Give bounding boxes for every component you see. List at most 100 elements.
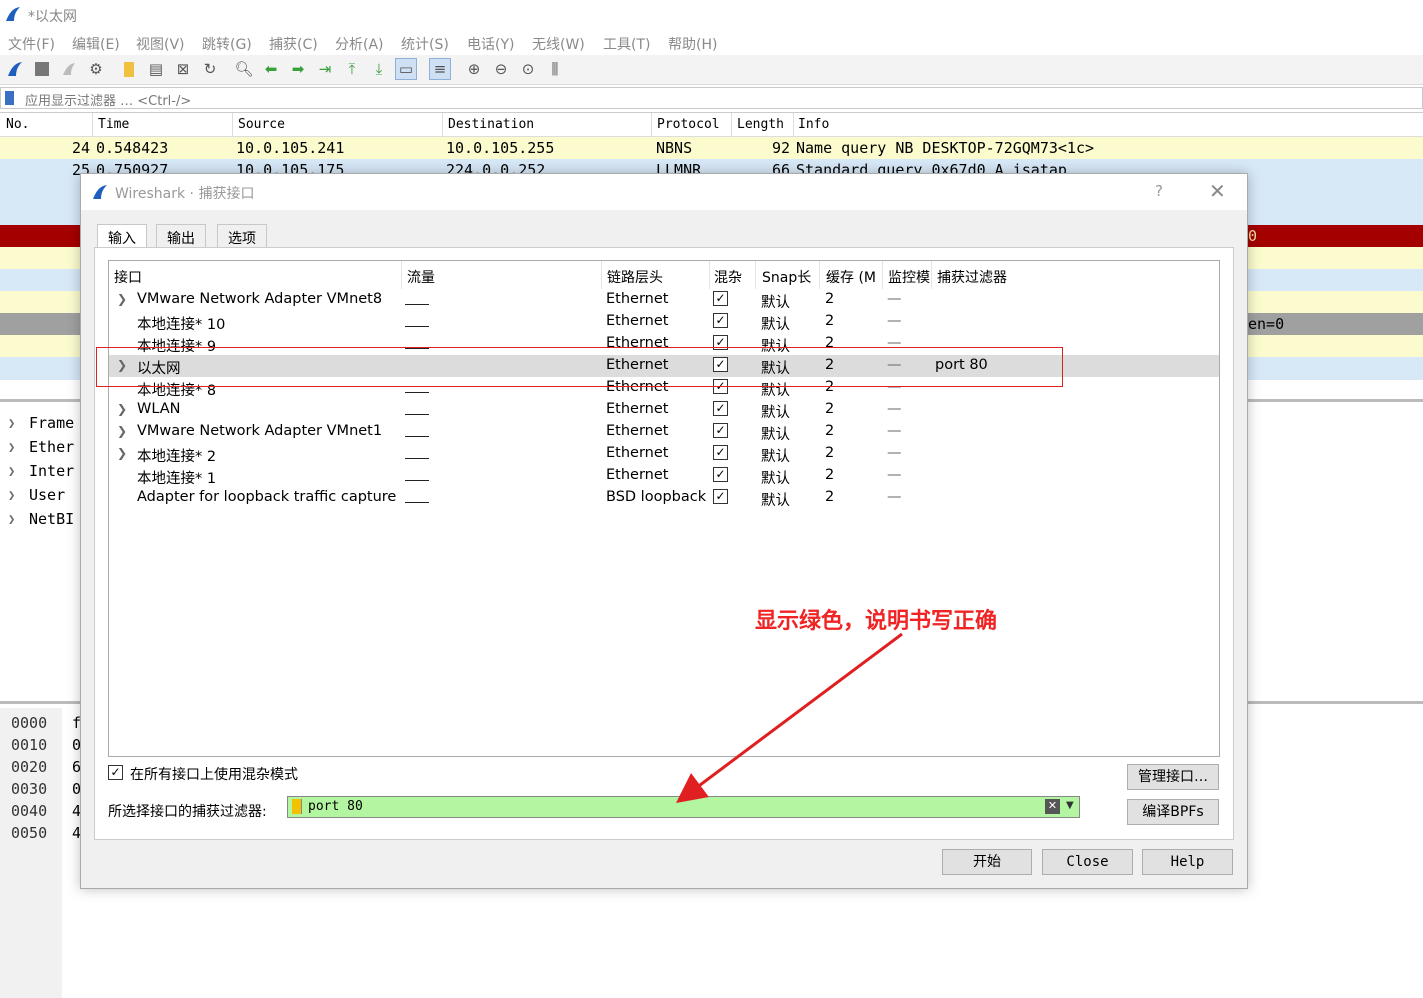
zoom-out-icon[interactable]: ⊖ [490, 58, 512, 80]
capture-filter-input[interactable]: port 80 ✕ ▼ [287, 796, 1080, 818]
autoscroll-icon[interactable]: ▭ [395, 58, 417, 80]
menu-analyze[interactable]: 分析(A) [335, 34, 384, 54]
find-packet-icon[interactable]: 🔍︎ [233, 58, 255, 80]
promisc-checkbox[interactable]: ✓ [713, 445, 728, 460]
capture-interfaces-dialog: Wireshark · 捕获接口 ? ✕ 输入 输出 选项 接口 流量 链路层头… [80, 173, 1248, 889]
close-button[interactable]: Close [1042, 849, 1133, 875]
promisc-checkbox[interactable]: ✓ [713, 313, 728, 328]
interface-row[interactable]: ❯ VMware Network Adapter VMnet1 Ethernet ✓ 默… [109, 421, 1219, 443]
interface-buffer: 2 [825, 401, 835, 417]
open-file-icon[interactable] [118, 58, 140, 80]
col-interface[interactable]: 接口 [114, 267, 142, 287]
col-traffic[interactable]: 流量 [407, 267, 435, 287]
tab-input[interactable]: 输入 [97, 224, 147, 249]
go-forward-icon[interactable]: ➡ [287, 58, 309, 80]
chevron-right-icon[interactable]: ❯ [117, 424, 127, 438]
menu-telephony[interactable]: 电话(Y) [467, 34, 514, 54]
detail-row[interactable]: ❯ Inter [0, 460, 82, 484]
col-protocol[interactable]: Protocol [657, 117, 720, 132]
chevron-right-icon[interactable]: ❯ [8, 488, 15, 502]
colorize-icon[interactable]: ≡ [429, 58, 451, 80]
chevron-right-icon[interactable]: ❯ [8, 416, 15, 430]
chevron-right-icon[interactable]: ❯ [8, 440, 15, 454]
col-capture-filter[interactable]: 捕获过滤器 [937, 267, 1007, 287]
go-back-icon[interactable]: ⬅ [260, 58, 282, 80]
reload-file-icon[interactable]: ↻ [199, 58, 221, 80]
interface-row[interactable]: ❯ 本地连接* 2 Ethernet ✓ 默认 2 — [109, 443, 1219, 465]
menu-capture[interactable]: 捕获(C) [269, 34, 318, 54]
interface-row[interactable]: ❯ WLAN Ethernet ✓ 默认 2 — [109, 399, 1219, 421]
clear-filter-icon[interactable]: ✕ [1045, 799, 1060, 814]
col-destination[interactable]: Destination [448, 117, 534, 132]
capture-options-icon[interactable]: ⚙ [85, 58, 107, 80]
menu-file[interactable]: 文件(F) [8, 34, 55, 54]
promisc-checkbox[interactable]: ✓ [713, 401, 728, 416]
interface-row[interactable]: Adapter for loopback traffic capture BSD … [109, 487, 1219, 509]
chevron-right-icon[interactable]: ❯ [8, 512, 15, 526]
interface-row[interactable]: 本地连接* 10 Ethernet ✓ 默认 2 — [109, 311, 1219, 333]
detail-row[interactable]: ❯ User [0, 484, 82, 508]
help-icon[interactable]: ? [1155, 182, 1163, 200]
resize-columns-icon[interactable]: ⫼ [544, 58, 566, 80]
col-time[interactable]: Time [98, 117, 129, 132]
interface-row[interactable]: ❯ VMware Network Adapter VMnet8 Ethernet ✓ 默… [109, 289, 1219, 311]
packet-cell-protocol: NBNS [656, 139, 693, 157]
manage-interfaces-button[interactable]: 管理接口… [1127, 764, 1219, 790]
promisc-checkbox[interactable]: ✓ [713, 291, 728, 306]
detail-row[interactable]: ❯ Frame [0, 412, 82, 436]
detail-row[interactable]: ❯ NetBI [0, 508, 82, 532]
col-length[interactable]: Length [737, 117, 784, 132]
col-monitor[interactable]: 监控模 [888, 267, 930, 287]
start-button[interactable]: 开始 [942, 849, 1032, 875]
display-filter-input[interactable]: 应用显示过滤器 … <Ctrl-/> [25, 90, 191, 109]
display-filter-bar[interactable]: 应用显示过滤器 … <Ctrl-/> [0, 87, 1423, 109]
capture-filter-value[interactable]: port 80 [308, 799, 363, 814]
close-file-icon[interactable]: ⊠ [172, 58, 194, 80]
promisc-checkbox[interactable]: ✓ [713, 423, 728, 438]
bookmark-icon[interactable] [5, 91, 14, 105]
go-to-packet-icon[interactable]: ⇥ [314, 58, 336, 80]
zoom-in-icon[interactable]: ⊕ [463, 58, 485, 80]
detail-row[interactable]: ❯ Ether [0, 436, 82, 460]
interface-name: VMware Network Adapter VMnet1 [137, 423, 383, 439]
packet-row[interactable]: 24 0.548423 10.0.105.241 10.0.105.255 NBNS 92… [0, 137, 1423, 160]
menu-go[interactable]: 跳转(G) [202, 34, 252, 54]
col-buffer[interactable]: 缓存 (M [826, 267, 876, 287]
chevron-right-icon[interactable]: ❯ [117, 446, 127, 460]
menu-wireless[interactable]: 无线(W) [532, 34, 585, 54]
promisc-checkbox[interactable]: ✓ [713, 489, 728, 504]
chevron-right-icon[interactable]: ❯ [117, 402, 127, 416]
chevron-right-icon[interactable]: ❯ [8, 464, 15, 478]
interface-row[interactable]: 本地连接* 1 Ethernet ✓ 默认 2 — [109, 465, 1219, 487]
restart-capture-icon[interactable] [58, 58, 80, 80]
col-link-layer[interactable]: 链路层头 [607, 267, 663, 287]
col-promisc[interactable]: 混杂 [714, 267, 742, 287]
chevron-down-icon[interactable]: ▼ [1066, 800, 1074, 811]
tab-output[interactable]: 输出 [156, 224, 206, 248]
menu-edit[interactable]: 编辑(E) [72, 34, 120, 54]
promisc-checkbox[interactable]: ✓ [713, 467, 728, 482]
last-packet-icon[interactable]: ⤓ [368, 58, 390, 80]
col-no[interactable]: No. [6, 117, 29, 132]
start-capture-icon[interactable] [4, 58, 26, 80]
first-packet-icon[interactable]: ⤒ [341, 58, 363, 80]
menu-help[interactable]: 帮助(H) [668, 34, 717, 54]
col-source[interactable]: Source [238, 117, 285, 132]
compile-bpf-button[interactable]: 编译BPFs [1127, 799, 1219, 825]
promisc-all-checkbox[interactable]: ✓ [108, 765, 123, 780]
chevron-right-icon[interactable]: ❯ [117, 292, 127, 306]
col-snaplen[interactable]: Snap长 [762, 267, 811, 287]
stop-capture-icon[interactable] [31, 58, 53, 80]
close-icon[interactable]: ✕ [1209, 179, 1226, 203]
help-button[interactable]: Help [1142, 849, 1233, 875]
col-divider [819, 261, 820, 289]
interface-table[interactable]: 接口 流量 链路层头 混杂 Snap长 缓存 (M 监控模 捕获过滤器 ❯ VMw… [108, 260, 1220, 757]
bookmark-icon[interactable] [292, 799, 302, 814]
save-file-icon[interactable]: ▤ [145, 58, 167, 80]
menu-view[interactable]: 视图(V) [136, 34, 185, 54]
tab-options[interactable]: 选项 [217, 224, 267, 248]
menu-statistics[interactable]: 统计(S) [401, 34, 449, 54]
menu-tools[interactable]: 工具(T) [603, 34, 650, 54]
col-info[interactable]: Info [798, 117, 829, 132]
zoom-normal-icon[interactable]: ⊙ [517, 58, 539, 80]
